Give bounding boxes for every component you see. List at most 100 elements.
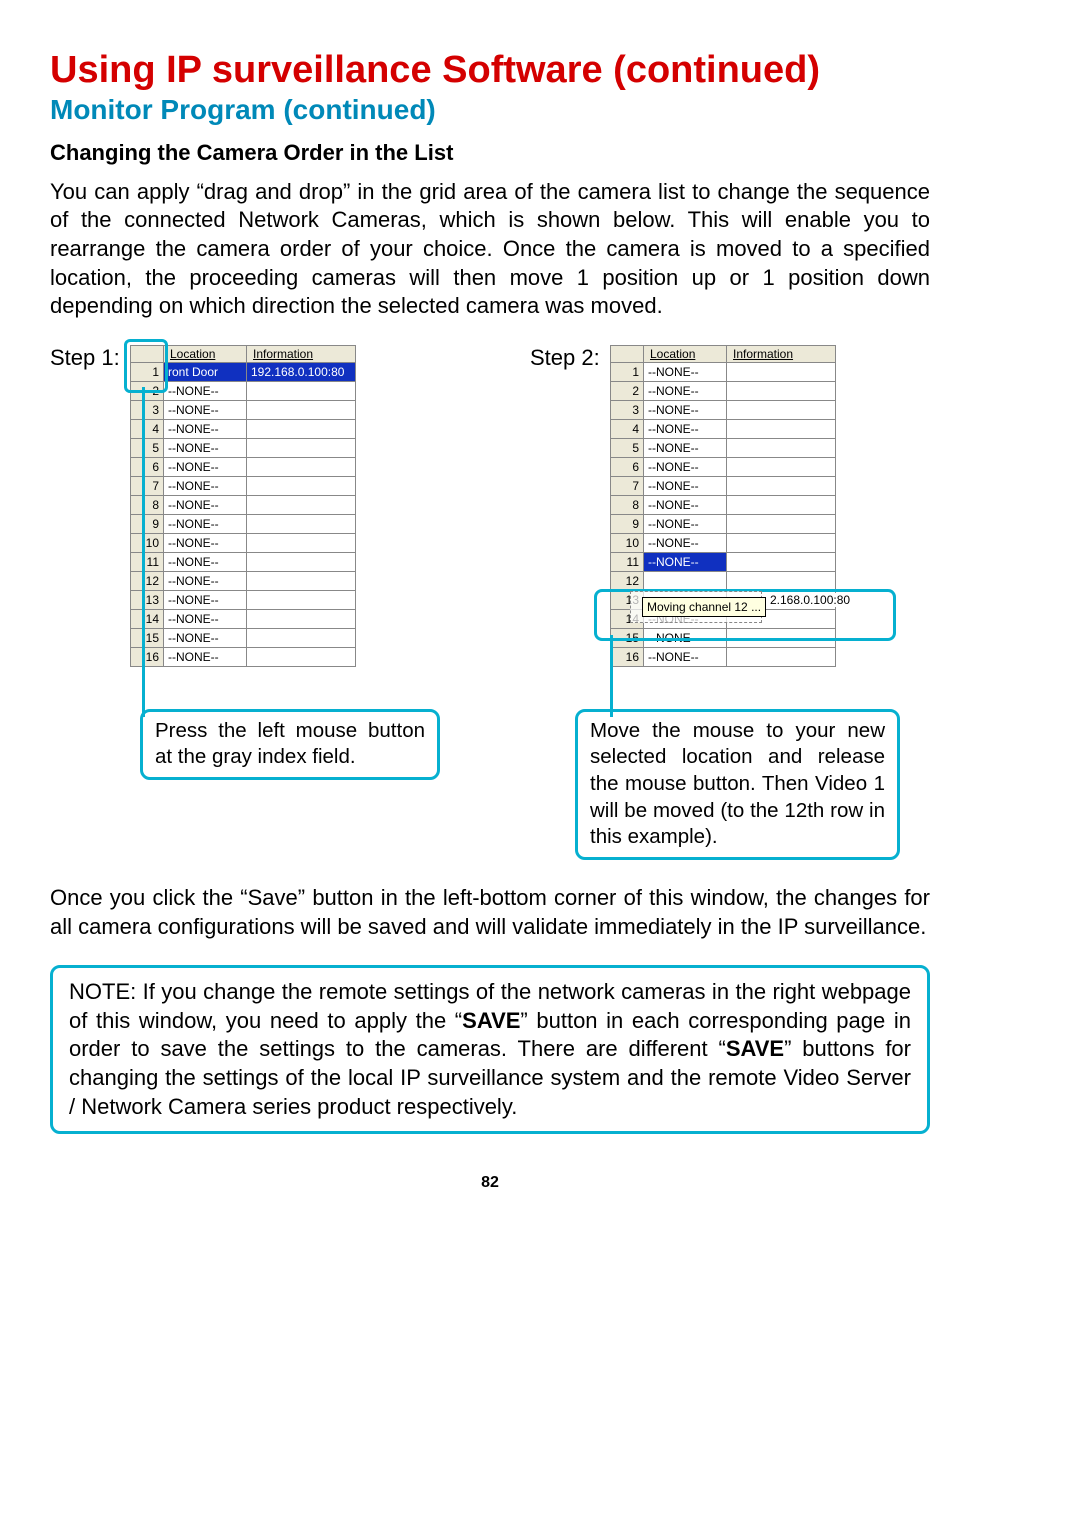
table-row[interactable]: 5--NONE-- <box>611 438 836 457</box>
table-row[interactable]: 6--NONE-- <box>131 457 356 476</box>
row-location[interactable]: --NONE-- <box>164 590 247 609</box>
table-row[interactable]: 8--NONE-- <box>611 495 836 514</box>
row-index[interactable]: 8 <box>611 495 644 514</box>
row-information[interactable] <box>727 647 836 666</box>
row-location[interactable]: --NONE-- <box>644 419 727 438</box>
row-location[interactable]: --NONE-- <box>644 457 727 476</box>
row-location[interactable]: --NONE-- <box>644 438 727 457</box>
row-location[interactable]: --NONE-- <box>164 571 247 590</box>
row-index[interactable]: 7 <box>131 476 164 495</box>
row-location[interactable]: --NONE-- <box>644 476 727 495</box>
row-information[interactable] <box>247 495 356 514</box>
table-row[interactable]: 12--NONE-- <box>131 571 356 590</box>
row-information[interactable] <box>247 514 356 533</box>
table-row[interactable]: 8--NONE-- <box>131 495 356 514</box>
row-index[interactable]: 1 <box>611 362 644 381</box>
row-location[interactable]: --NONE-- <box>164 628 247 647</box>
row-location[interactable]: --NONE-- <box>164 457 247 476</box>
row-index[interactable]: 6 <box>131 457 164 476</box>
table-row[interactable]: 1--NONE-- <box>611 362 836 381</box>
row-location[interactable]: --NONE-- <box>164 609 247 628</box>
row-location[interactable]: --NONE-- <box>644 514 727 533</box>
table-row[interactable]: 4--NONE-- <box>611 419 836 438</box>
row-index[interactable]: 13 <box>131 590 164 609</box>
row-index[interactable]: 9 <box>131 514 164 533</box>
row-index[interactable]: 11 <box>131 552 164 571</box>
row-index[interactable]: 12 <box>611 571 644 590</box>
row-information[interactable] <box>727 514 836 533</box>
row-location[interactable]: --NONE-- <box>164 533 247 552</box>
row-location[interactable]: --NONE-- <box>644 400 727 419</box>
row-information[interactable] <box>727 476 836 495</box>
table-row[interactable]: 12 <box>611 571 836 590</box>
row-index[interactable]: 1 <box>131 362 164 381</box>
row-location[interactable]: --NONE-- <box>164 514 247 533</box>
table-row[interactable]: 16--NONE-- <box>131 647 356 666</box>
table-row[interactable]: 7--NONE-- <box>611 476 836 495</box>
step1-grid[interactable]: Location Information 1ront Door192.168.0… <box>130 345 356 667</box>
row-index[interactable]: 16 <box>131 647 164 666</box>
table-row[interactable]: 14--NONE-- <box>131 609 356 628</box>
table-row[interactable]: 9--NONE-- <box>611 514 836 533</box>
row-location[interactable]: --NONE-- <box>644 381 727 400</box>
row-location[interactable]: --NONE-- <box>164 647 247 666</box>
table-row[interactable]: 10--NONE-- <box>611 533 836 552</box>
row-information[interactable] <box>727 419 836 438</box>
table-row[interactable]: 11--NONE-- <box>131 552 356 571</box>
row-location[interactable] <box>644 571 727 590</box>
row-index[interactable]: 14 <box>131 609 164 628</box>
row-information[interactable] <box>247 571 356 590</box>
row-information[interactable] <box>727 438 836 457</box>
row-index[interactable]: 2 <box>611 381 644 400</box>
row-index[interactable]: 12 <box>131 571 164 590</box>
row-information[interactable] <box>247 381 356 400</box>
row-location[interactable]: --NONE-- <box>164 438 247 457</box>
row-index[interactable]: 10 <box>611 533 644 552</box>
table-row[interactable]: 1ront Door192.168.0.100:80 <box>131 362 356 381</box>
row-index[interactable]: 2 <box>131 381 164 400</box>
row-location[interactable]: --NONE-- <box>644 533 727 552</box>
row-index[interactable]: 3 <box>611 400 644 419</box>
row-location[interactable]: --NONE-- <box>164 381 247 400</box>
row-index[interactable]: 5 <box>131 438 164 457</box>
row-information[interactable] <box>727 571 836 590</box>
row-location[interactable]: --NONE-- <box>164 400 247 419</box>
table-row[interactable]: 7--NONE-- <box>131 476 356 495</box>
table-row[interactable]: 15--NONE-- <box>131 628 356 647</box>
row-information[interactable] <box>247 419 356 438</box>
table-row[interactable]: 13--NONE-- <box>131 590 356 609</box>
row-information[interactable] <box>727 400 836 419</box>
row-index[interactable]: 11 <box>611 552 644 571</box>
row-information[interactable] <box>247 400 356 419</box>
row-location[interactable]: --NONE-- <box>164 476 247 495</box>
row-index[interactable]: 6 <box>611 457 644 476</box>
row-index[interactable]: 5 <box>611 438 644 457</box>
row-location[interactable]: --NONE-- <box>644 552 727 571</box>
row-information[interactable] <box>247 457 356 476</box>
row-information[interactable] <box>247 647 356 666</box>
row-information[interactable] <box>727 381 836 400</box>
row-index[interactable]: 15 <box>131 628 164 647</box>
row-index[interactable]: 9 <box>611 514 644 533</box>
table-row[interactable]: 16--NONE-- <box>611 647 836 666</box>
row-location[interactable]: --NONE-- <box>164 419 247 438</box>
row-information[interactable] <box>727 533 836 552</box>
row-information[interactable]: 192.168.0.100:80 <box>247 362 356 381</box>
row-information[interactable] <box>727 362 836 381</box>
row-index[interactable]: 8 <box>131 495 164 514</box>
table-row[interactable]: 5--NONE-- <box>131 438 356 457</box>
row-index[interactable]: 4 <box>131 419 164 438</box>
table-row[interactable]: 6--NONE-- <box>611 457 836 476</box>
row-location[interactable]: --NONE-- <box>644 647 727 666</box>
table-row[interactable]: 4--NONE-- <box>131 419 356 438</box>
row-location[interactable]: --NONE-- <box>164 495 247 514</box>
table-row[interactable]: 3--NONE-- <box>611 400 836 419</box>
row-information[interactable] <box>247 438 356 457</box>
row-information[interactable] <box>727 457 836 476</box>
row-information[interactable] <box>727 552 836 571</box>
table-row[interactable]: 10--NONE-- <box>131 533 356 552</box>
row-index[interactable]: 15 <box>611 628 644 647</box>
row-index[interactable]: 7 <box>611 476 644 495</box>
row-index[interactable]: 4 <box>611 419 644 438</box>
row-information[interactable] <box>247 552 356 571</box>
